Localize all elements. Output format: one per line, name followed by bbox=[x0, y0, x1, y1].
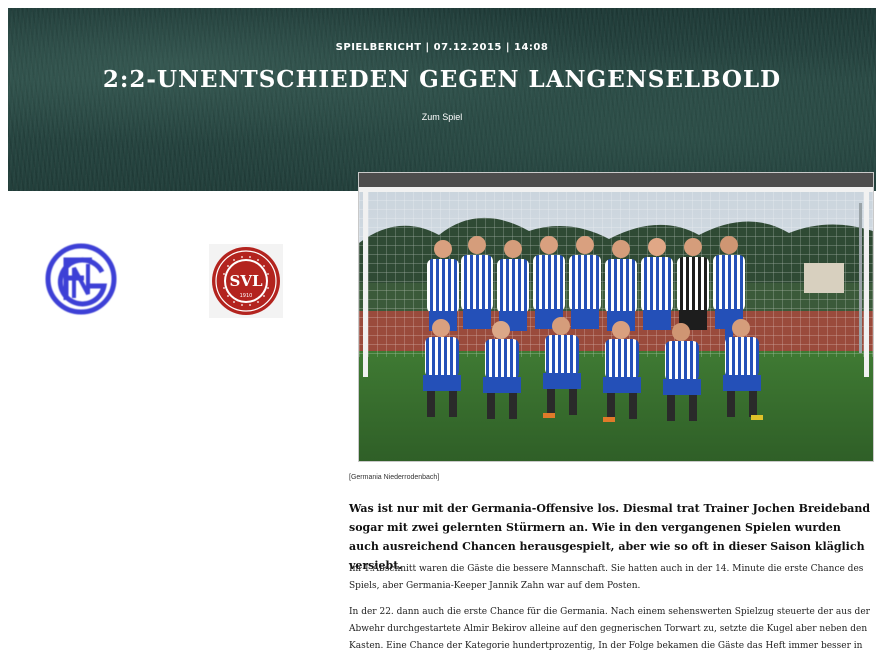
germania-club-crest-icon[interactable] bbox=[44, 242, 118, 316]
svl-crest-text: SVL bbox=[229, 272, 262, 290]
hero-banner: SPIELBERICHT | 07.12.2015 | 14:08 2:2-UN… bbox=[8, 8, 876, 191]
article-paragraph: Im 1.Abschnitt waren die Gäste die besse… bbox=[349, 564, 864, 591]
zum-spiel-link[interactable]: Zum Spiel bbox=[422, 112, 463, 122]
page-title: 2:2-UNENTSCHIEDEN GEGEN LANGENSELBOLD bbox=[102, 66, 782, 93]
svl-crest-year: 1910 bbox=[240, 293, 253, 299]
article-paragraph: In der 22. dann auch die erste Chance fü… bbox=[349, 607, 870, 651]
article-meta: SPIELBERICHT | 07.12.2015 | 14:08 bbox=[335, 42, 549, 53]
page: SPIELBERICHT | 07.12.2015 | 14:08 2:2-UN… bbox=[0, 0, 876, 655]
team-photo bbox=[358, 172, 874, 462]
match-link-container: Zum Spiel bbox=[8, 112, 876, 122]
photo-caption: [Germania Niederrodenbach] bbox=[349, 474, 440, 481]
svl-club-crest-icon[interactable]: SVL 1910 bbox=[209, 244, 283, 318]
